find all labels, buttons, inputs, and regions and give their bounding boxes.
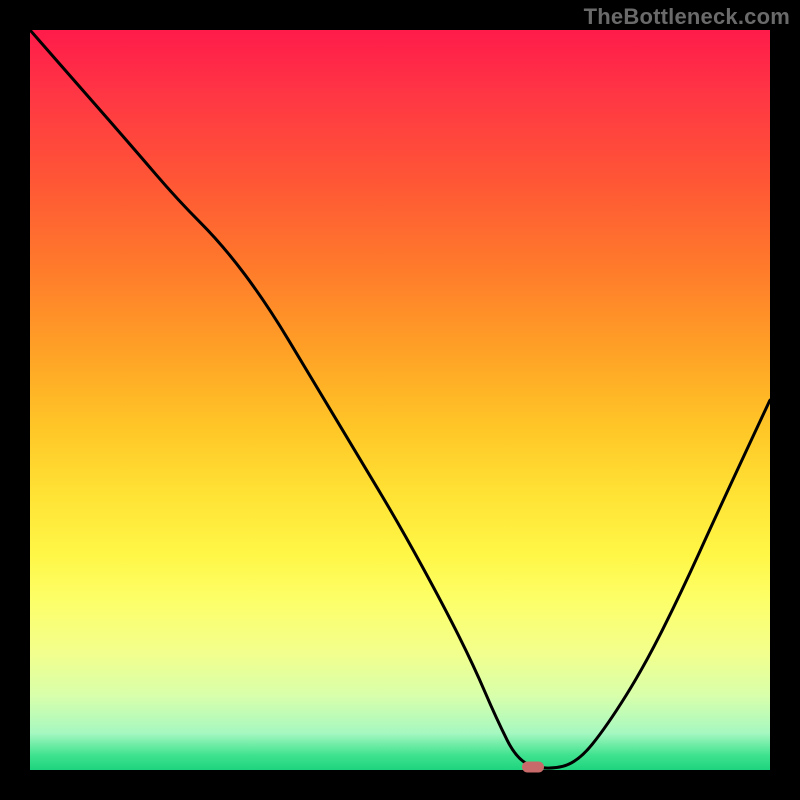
plot-area bbox=[30, 30, 770, 770]
watermark-text: TheBottleneck.com bbox=[584, 4, 790, 30]
optimum-marker bbox=[522, 762, 544, 773]
chart-frame: TheBottleneck.com bbox=[0, 0, 800, 800]
bottleneck-curve bbox=[30, 30, 770, 770]
